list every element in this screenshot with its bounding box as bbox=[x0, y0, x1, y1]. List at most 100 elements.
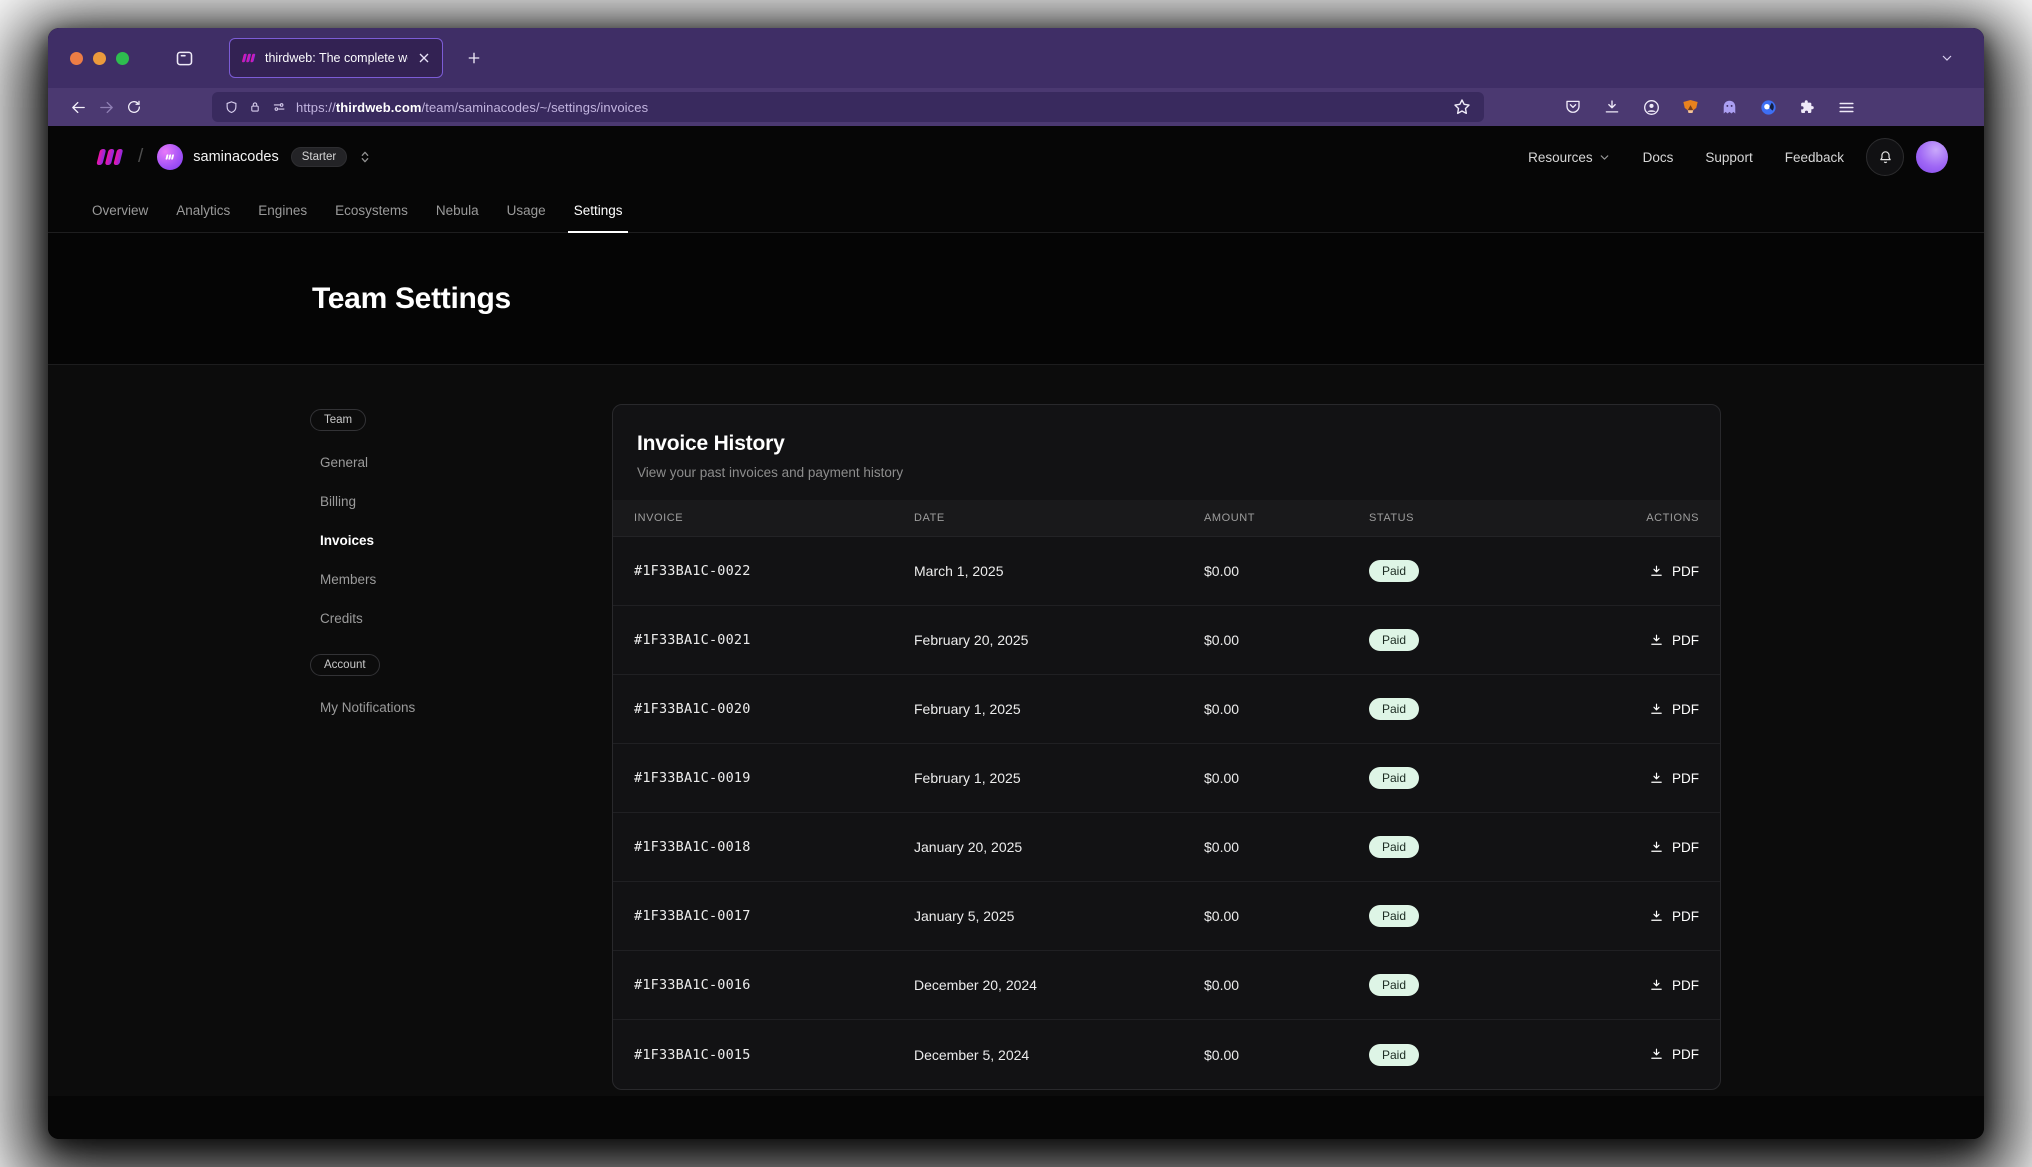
settings-main: Team GeneralBillingInvoicesMembersCredits… bbox=[48, 364, 1984, 1096]
invoice-amount: $0.00 bbox=[1204, 770, 1369, 786]
sidebar-item-billing[interactable]: Billing bbox=[310, 482, 560, 521]
download-icon bbox=[1649, 633, 1664, 648]
status-badge: Paid bbox=[1369, 905, 1419, 927]
pdf-label: PDF bbox=[1672, 633, 1699, 648]
pocket-icon[interactable] bbox=[1562, 96, 1584, 118]
pdf-label: PDF bbox=[1672, 978, 1699, 993]
extensions-puzzle-icon[interactable] bbox=[1796, 96, 1818, 118]
download-pdf-button[interactable]: PDF bbox=[1649, 564, 1699, 579]
forward-icon[interactable] bbox=[92, 93, 120, 121]
team-switcher-chevrons-icon[interactable] bbox=[357, 149, 373, 165]
invoice-id: #1F33BA1C-0022 bbox=[634, 563, 914, 579]
tab-settings[interactable]: Settings bbox=[560, 188, 637, 232]
reload-icon[interactable] bbox=[120, 93, 148, 121]
invoice-id: #1F33BA1C-0015 bbox=[634, 1047, 914, 1063]
download-pdf-button[interactable]: PDF bbox=[1649, 633, 1699, 648]
table-row: #1F33BA1C-0018 January 20, 2025 $0.00 Pa… bbox=[613, 813, 1720, 882]
url-bar[interactable]: https://thirdweb.com/team/saminacodes/~/… bbox=[212, 92, 1484, 122]
invoice-date: March 1, 2025 bbox=[914, 563, 1204, 579]
column-header-invoice: INVOICE bbox=[634, 512, 914, 524]
invoice-id: #1F33BA1C-0020 bbox=[634, 701, 914, 717]
tab-nebula[interactable]: Nebula bbox=[422, 188, 493, 232]
list-all-tabs-icon[interactable] bbox=[1932, 43, 1962, 73]
sidebar-item-general[interactable]: General bbox=[310, 443, 560, 482]
sidebar-item-members[interactable]: Members bbox=[310, 560, 560, 599]
invoice-date: February 1, 2025 bbox=[914, 770, 1204, 786]
status-badge: Paid bbox=[1369, 974, 1419, 996]
thirdweb-logo[interactable] bbox=[92, 146, 126, 168]
notifications-bell-icon[interactable] bbox=[1866, 138, 1904, 176]
tab-usage[interactable]: Usage bbox=[493, 188, 560, 232]
status-badge: Paid bbox=[1369, 698, 1419, 720]
download-icon bbox=[1649, 1047, 1664, 1062]
pdf-label: PDF bbox=[1672, 771, 1699, 786]
invoice-date: February 1, 2025 bbox=[914, 701, 1204, 717]
firefox-view-icon[interactable] bbox=[169, 43, 199, 73]
card-subtitle: View your past invoices and payment hist… bbox=[637, 465, 1696, 480]
tab-overview[interactable]: Overview bbox=[78, 188, 162, 232]
download-pdf-button[interactable]: PDF bbox=[1649, 978, 1699, 993]
download-pdf-button[interactable]: PDF bbox=[1649, 771, 1699, 786]
thirdweb-favicon bbox=[240, 52, 257, 64]
menu-hamburger-icon[interactable] bbox=[1835, 96, 1857, 118]
phantom-icon[interactable] bbox=[1718, 96, 1740, 118]
minimize-window-button[interactable] bbox=[93, 52, 106, 65]
table-row: #1F33BA1C-0021 February 20, 2025 $0.00 P… bbox=[613, 606, 1720, 675]
bookmark-star-icon[interactable] bbox=[1452, 97, 1472, 117]
invoice-amount: $0.00 bbox=[1204, 563, 1369, 579]
app-header: / saminacodes Starter ResourcesDocsSuppo… bbox=[48, 126, 1984, 188]
url-text: https://thirdweb.com/team/saminacodes/~/… bbox=[296, 100, 648, 115]
metamask-icon[interactable] bbox=[1679, 96, 1701, 118]
table-header-row: INVOICEDATEAMOUNTSTATUSACTIONS bbox=[613, 500, 1720, 537]
header-link-resources[interactable]: Resources bbox=[1516, 142, 1623, 173]
download-pdf-button[interactable]: PDF bbox=[1649, 702, 1699, 717]
tracking-protection-shield-icon[interactable] bbox=[224, 100, 239, 115]
header-link-support[interactable]: Support bbox=[1693, 142, 1764, 173]
tab-analytics[interactable]: Analytics bbox=[162, 188, 244, 232]
tab-engines[interactable]: Engines bbox=[244, 188, 321, 232]
pdf-label: PDF bbox=[1672, 909, 1699, 924]
account-icon[interactable] bbox=[1640, 96, 1662, 118]
sidebar-section-badge-account: Account bbox=[310, 654, 380, 676]
team-name[interactable]: saminacodes bbox=[193, 149, 278, 165]
table-row: #1F33BA1C-0017 January 5, 2025 $0.00 Pai… bbox=[613, 882, 1720, 951]
header-link-feedback[interactable]: Feedback bbox=[1773, 142, 1856, 173]
tab-ecosystems[interactable]: Ecosystems bbox=[321, 188, 422, 232]
column-header-status: STATUS bbox=[1369, 512, 1549, 524]
download-pdf-button[interactable]: PDF bbox=[1649, 909, 1699, 924]
invoice-date: December 5, 2024 bbox=[914, 1047, 1204, 1063]
download-icon bbox=[1649, 909, 1664, 924]
browser-toolbar: https://thirdweb.com/team/saminacodes/~/… bbox=[48, 88, 1984, 126]
downloads-icon[interactable] bbox=[1601, 96, 1623, 118]
invoice-id: #1F33BA1C-0021 bbox=[634, 632, 914, 648]
download-pdf-button[interactable]: PDF bbox=[1649, 1047, 1699, 1062]
invoice-date: January 20, 2025 bbox=[914, 839, 1204, 855]
page-title: Team Settings bbox=[312, 282, 511, 316]
table-row: #1F33BA1C-0019 February 1, 2025 $0.00 Pa… bbox=[613, 744, 1720, 813]
user-avatar[interactable] bbox=[1916, 141, 1948, 173]
table-body: #1F33BA1C-0022 March 1, 2025 $0.00 Paid … bbox=[613, 537, 1720, 1089]
sidebar-item-invoices[interactable]: Invoices bbox=[310, 521, 560, 560]
new-tab-button[interactable] bbox=[459, 43, 489, 73]
browser-tab[interactable]: thirdweb: The complete web3 d bbox=[229, 38, 443, 78]
pdf-label: PDF bbox=[1672, 564, 1699, 579]
sidebar-section-badge-team: Team bbox=[310, 409, 366, 431]
table-row: #1F33BA1C-0022 March 1, 2025 $0.00 Paid … bbox=[613, 537, 1720, 606]
header-link-docs[interactable]: Docs bbox=[1631, 142, 1686, 173]
close-tab-icon[interactable] bbox=[416, 50, 432, 66]
invoice-amount: $0.00 bbox=[1204, 839, 1369, 855]
column-header-date: DATE bbox=[914, 512, 1204, 524]
team-avatar[interactable] bbox=[157, 144, 183, 170]
invoice-id: #1F33BA1C-0018 bbox=[634, 839, 914, 855]
sidebar-item-credits[interactable]: Credits bbox=[310, 599, 560, 638]
window-controls bbox=[70, 52, 129, 65]
permissions-icon[interactable] bbox=[271, 100, 287, 114]
extension-icon[interactable] bbox=[1757, 96, 1779, 118]
download-pdf-button[interactable]: PDF bbox=[1649, 840, 1699, 855]
invoice-date: February 20, 2025 bbox=[914, 632, 1204, 648]
lock-icon[interactable] bbox=[248, 100, 262, 114]
close-window-button[interactable] bbox=[70, 52, 83, 65]
sidebar-item-my-notifications[interactable]: My Notifications bbox=[310, 688, 560, 727]
zoom-window-button[interactable] bbox=[116, 52, 129, 65]
back-icon[interactable] bbox=[64, 93, 92, 121]
